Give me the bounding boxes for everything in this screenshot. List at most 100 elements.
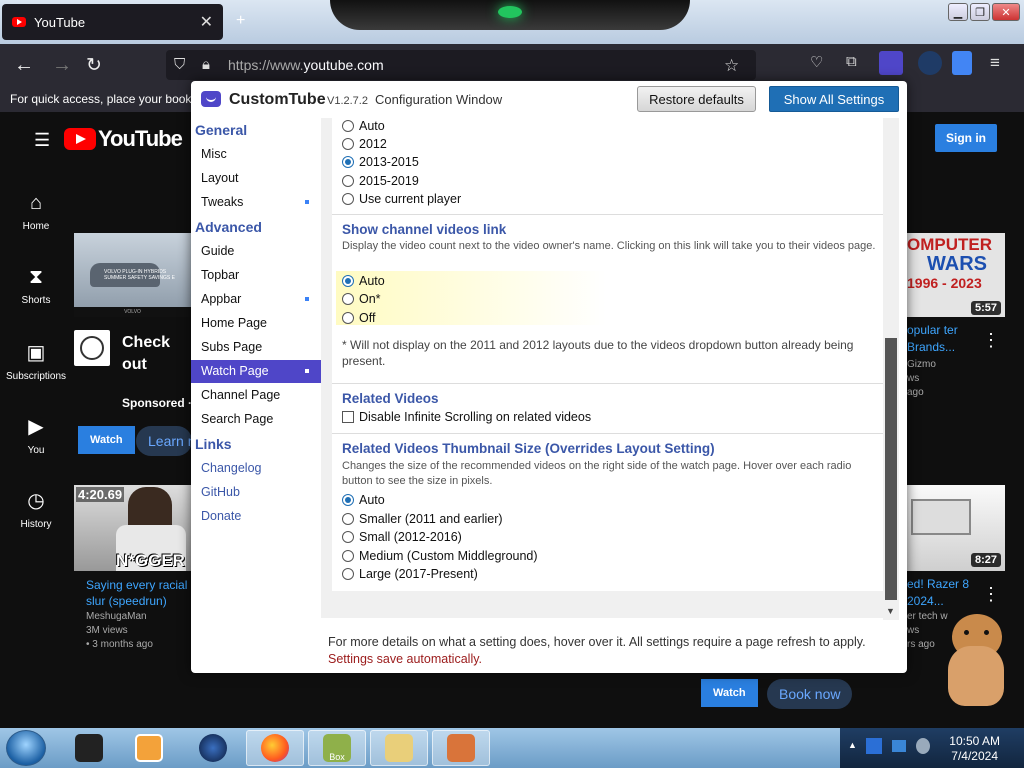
taskbar-firefox[interactable] xyxy=(246,730,304,766)
changelog-link[interactable]: Changelog xyxy=(201,461,261,475)
checkbox[interactable] xyxy=(342,411,354,423)
nav-item-channel-page[interactable]: Channel Page xyxy=(191,384,321,407)
radio-button[interactable] xyxy=(342,312,354,324)
menu-hamburger-icon[interactable]: ≡ xyxy=(990,53,1000,73)
start-button[interactable] xyxy=(6,730,46,766)
right-video-channel-1[interactable]: Gizmo xyxy=(907,359,936,370)
sidebar-item-shorts[interactable]: ⧗ Shorts xyxy=(0,266,72,306)
show-all-settings-button[interactable]: Show All Settings xyxy=(769,86,899,112)
radio-button-selected[interactable] xyxy=(342,494,354,506)
back-arrow-icon[interactable]: ← xyxy=(14,54,34,77)
ad-learn-more-button[interactable]: Learn more xyxy=(136,426,192,456)
bottom-watch-button[interactable]: Watch xyxy=(701,679,758,707)
scrollbar-thumb[interactable] xyxy=(885,338,897,600)
book-now-button[interactable]: Book now xyxy=(767,679,853,709)
nav-item-home-page[interactable]: Home Page xyxy=(191,312,321,335)
thumb-size-option-smaller[interactable]: Smaller (2011 and earlier) xyxy=(342,512,503,526)
right-video-title-1[interactable]: opular ter Brands... xyxy=(907,322,977,356)
thumb-size-option-auto[interactable]: Auto xyxy=(342,493,385,507)
tab-youtube[interactable]: YouTube ✕ xyxy=(2,4,223,40)
channel-link-option-off[interactable]: Off xyxy=(342,311,375,325)
nav-item-search-page[interactable]: Search Page xyxy=(191,408,321,431)
volvo-logo[interactable] xyxy=(74,330,110,366)
right-video-title-2[interactable]: ed! Razer 8 2024... xyxy=(907,576,977,610)
github-link[interactable]: GitHub xyxy=(201,485,240,499)
taskbar-box[interactable]: Box xyxy=(308,730,366,766)
thumb-size-option-large[interactable]: Large (2017-Present) xyxy=(342,567,478,581)
channel-link-option-auto[interactable]: Auto xyxy=(342,274,385,288)
nav-item-watch-page[interactable]: Watch Page xyxy=(191,360,321,383)
taskbar-explorer[interactable] xyxy=(370,730,428,766)
nav-item-tweaks[interactable]: Tweaks xyxy=(191,191,321,214)
thumb-size-option-medium[interactable]: Medium (Custom Middleground) xyxy=(342,549,538,563)
taskbar-app-3[interactable] xyxy=(184,730,242,766)
donate-link[interactable]: Donate xyxy=(201,509,241,523)
radio-button[interactable] xyxy=(342,513,354,525)
ad-thumbnail[interactable]: VOLVO PLUG-IN HYBRIDS SUMMER SAFETY SAVI… xyxy=(74,233,191,317)
ad-title[interactable]: Check out Volvo... xyxy=(122,332,192,376)
right-video-channel-2[interactable]: er tech w xyxy=(907,611,948,622)
sidebar-item-subscriptions[interactable]: ▣ Subscriptions xyxy=(0,340,72,382)
bookmark-star-icon[interactable]: ☆ xyxy=(724,56,739,76)
sidebar-item-you[interactable]: ▶ You xyxy=(0,414,72,456)
right-video-thumbnail-1[interactable]: OMPUTER WARS 1996 - 2023 5:57 xyxy=(907,233,1005,317)
radio-button-selected[interactable] xyxy=(342,156,354,168)
radio-button[interactable] xyxy=(342,293,354,305)
new-tab-button[interactable]: + xyxy=(236,12,245,30)
pocket-icon[interactable]: ♡ xyxy=(810,53,823,71)
layout-option-2013-2015[interactable]: 2013-2015 xyxy=(342,155,419,169)
radio-button-selected[interactable] xyxy=(342,275,354,287)
youtube-logo[interactable]: YouTube xyxy=(64,126,183,152)
forward-arrow-icon[interactable]: → xyxy=(52,54,72,77)
maximize-button[interactable]: ❐ xyxy=(970,3,990,21)
customtube-extension-icon[interactable] xyxy=(879,51,903,75)
window-close-button[interactable]: ✕ xyxy=(992,3,1020,21)
minimize-button[interactable]: ▁ xyxy=(948,3,968,21)
taskbar-media-player[interactable] xyxy=(120,730,178,766)
radio-button[interactable] xyxy=(342,138,354,150)
radio-button[interactable] xyxy=(342,531,354,543)
channel-link-option-on[interactable]: On* xyxy=(342,292,381,306)
thumb-size-option-small[interactable]: Small (2012-2016) xyxy=(342,530,462,544)
taskbar-app-7[interactable] xyxy=(432,730,490,766)
privacy-extension-icon[interactable] xyxy=(918,51,942,75)
disable-infinite-scroll-option[interactable]: Disable Infinite Scrolling on related vi… xyxy=(342,410,591,424)
tray-expand-icon[interactable]: ▲ xyxy=(848,740,857,750)
nav-item-topbar[interactable]: Topbar xyxy=(191,264,321,287)
extensions-icon[interactable]: ⧉ xyxy=(846,53,857,70)
nav-item-appbar[interactable]: Appbar xyxy=(191,288,321,311)
url-text[interactable]: https://www.youtube.com xyxy=(228,57,384,73)
radio-button[interactable] xyxy=(342,193,354,205)
lock-icon[interactable]: 🔒︎ xyxy=(202,56,210,73)
video-title[interactable]: Saying every racial slur (speedrun) xyxy=(86,577,191,609)
radio-button[interactable] xyxy=(342,175,354,187)
right-video-thumbnail-2[interactable]: 8:27 xyxy=(907,485,1005,571)
settings-scrollbar[interactable]: ▼ xyxy=(883,118,899,620)
sign-in-button[interactable]: Sign in xyxy=(935,124,997,152)
video-thumbnail[interactable]: 4:20.69 N*GGER xyxy=(74,485,191,571)
restore-defaults-button[interactable]: Restore defaults xyxy=(637,86,756,112)
sidebar-item-history[interactable]: ◷ History xyxy=(0,488,72,530)
nav-item-layout[interactable]: Layout xyxy=(191,167,321,190)
tab-close-icon[interactable]: ✕ xyxy=(200,12,213,32)
sidebar-item-home[interactable]: ⌂ Home xyxy=(0,192,72,232)
radio-button[interactable] xyxy=(342,550,354,562)
video-channel[interactable]: MeshugaMan xyxy=(86,611,147,622)
layout-option-2012[interactable]: 2012 xyxy=(342,137,387,151)
tray-icon[interactable] xyxy=(866,738,882,754)
taskbar-app-1[interactable] xyxy=(60,730,118,766)
nav-item-subs-page[interactable]: Subs Page xyxy=(191,336,321,359)
layout-option-current-player[interactable]: Use current player xyxy=(342,192,461,206)
radio-button[interactable] xyxy=(342,120,354,132)
yt-menu-icon[interactable]: ☰ xyxy=(34,130,50,151)
ad-watch-button[interactable]: Watch xyxy=(78,426,135,454)
nav-item-guide[interactable]: Guide xyxy=(191,240,321,263)
shield-icon[interactable]: ⛉ xyxy=(174,56,185,73)
radio-button[interactable] xyxy=(342,568,354,580)
url-bar[interactable]: ⛉ 🔒︎ https://www.youtube.com ☆ xyxy=(166,50,756,80)
system-clock[interactable]: 10:50 AM 7/4/2024 xyxy=(949,734,1000,764)
reload-icon[interactable]: ↻ xyxy=(86,54,102,77)
nav-item-misc[interactable]: Misc xyxy=(191,143,321,166)
volume-icon[interactable] xyxy=(916,738,930,754)
network-icon[interactable] xyxy=(892,740,906,752)
